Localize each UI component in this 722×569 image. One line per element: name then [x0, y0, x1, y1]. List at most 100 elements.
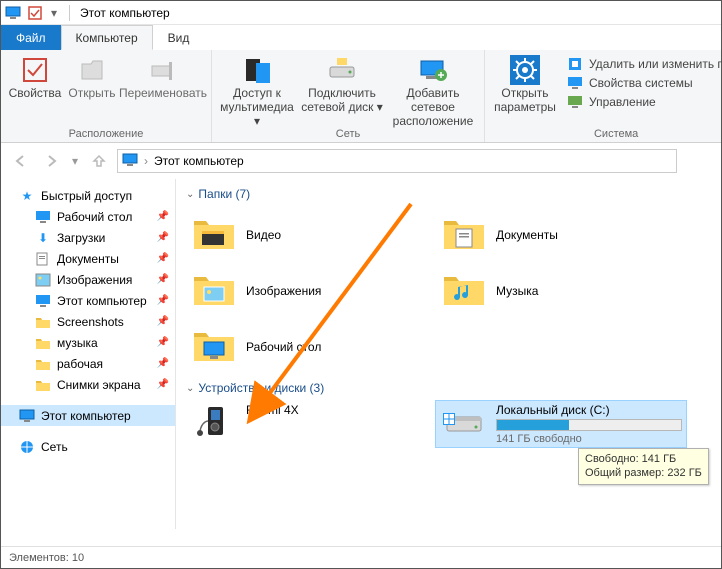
this-pc-icon	[5, 5, 21, 21]
drive-tooltip: Свободно: 141 ГБ Общий размер: 232 ГБ	[578, 448, 709, 485]
this-pc-icon	[19, 408, 35, 424]
title-bar: ▾ Этот компьютер	[1, 1, 721, 25]
media-device-icon	[190, 403, 238, 443]
sidebar-item-pictures[interactable]: Изображения📌	[1, 269, 175, 290]
sidebar-network[interactable]: Сеть	[1, 436, 175, 457]
sidebar-item-documents[interactable]: Документы📌	[1, 248, 175, 269]
map-drive-label: Подключить сетевой диск ▾	[300, 87, 384, 115]
drive-local-c[interactable]: Локальный диск (C:) 141 ГБ свободно	[436, 401, 686, 447]
properties-icon	[19, 54, 51, 86]
folder-music[interactable]: Музыка	[436, 263, 686, 319]
open-button[interactable]: Открыть	[67, 52, 117, 101]
tab-computer[interactable]: Компьютер	[61, 25, 153, 50]
map-drive-icon	[326, 54, 358, 86]
open-label: Открыть	[68, 87, 115, 101]
drive-label: Redmi 4X	[246, 403, 432, 417]
drives-grid: Redmi 4X Локальный диск (C:) 141 ГБ своб…	[186, 401, 721, 447]
group-header-drives[interactable]: ⌄Устройства и диски (3)	[186, 381, 721, 395]
sidebar-quick-access[interactable]: ★ Быстрый доступ	[1, 185, 175, 206]
address-box[interactable]: › Этот компьютер	[117, 149, 677, 173]
up-button[interactable]	[87, 149, 111, 173]
sidebar-item-music[interactable]: музыка📌	[1, 332, 175, 353]
sidebar: ★ Быстрый доступ Рабочий стол📌 ⬇Загрузки…	[1, 179, 176, 529]
media-access-button[interactable]: Доступ к мультимедиа ▾	[218, 52, 296, 128]
folder-icon	[35, 335, 51, 351]
drive-usage-bar	[496, 419, 682, 431]
menu-bar: Файл Компьютер Вид	[1, 25, 721, 50]
ribbon-group-network: Доступ к мультимедиа ▾ Подключить сетево…	[212, 50, 485, 142]
sidebar-this-pc[interactable]: Этот компьютер	[1, 405, 175, 426]
open-settings-button[interactable]: Открыть параметры	[491, 52, 559, 115]
system-properties-button[interactable]: Свойства системы	[567, 75, 722, 91]
qat-properties-icon[interactable]	[27, 5, 43, 21]
network-icon	[19, 439, 35, 455]
open-icon	[76, 54, 108, 86]
sidebar-item-work[interactable]: рабочая📌	[1, 353, 175, 374]
group-header-folders[interactable]: ⌄Папки (7)	[186, 187, 721, 201]
sidebar-item-screenshots2[interactable]: Снимки экрана📌	[1, 374, 175, 395]
documents-icon	[35, 251, 51, 267]
chevron-right-icon[interactable]: ›	[144, 154, 148, 168]
history-dropdown[interactable]: ▾	[69, 149, 81, 173]
divider	[69, 5, 70, 21]
ribbon-group-system: Открыть параметры Удалить или изменить п…	[485, 50, 722, 142]
pin-icon: 📌	[157, 337, 169, 348]
properties-button[interactable]: Свойства	[7, 52, 63, 101]
sidebar-item-downloads[interactable]: ⬇Загрузки📌	[1, 227, 175, 248]
folder-icon	[35, 314, 51, 330]
pin-icon: 📌	[157, 253, 169, 264]
group-network-title: Сеть	[218, 128, 478, 141]
folder-desktop[interactable]: Рабочий стол	[186, 319, 436, 375]
uninstall-icon	[567, 56, 583, 72]
group-system-title: Система	[491, 128, 722, 141]
pictures-folder-icon	[190, 271, 238, 311]
media-label: Доступ к мультимедиа ▾	[218, 87, 296, 128]
add-netloc-icon	[417, 54, 449, 86]
sidebar-item-desktop[interactable]: Рабочий стол📌	[1, 206, 175, 227]
desktop-folder-icon	[190, 327, 238, 367]
folder-icon	[35, 377, 51, 393]
pin-icon: 📌	[157, 295, 169, 306]
sidebar-item-screenshots[interactable]: Screenshots📌	[1, 311, 175, 332]
downloads-icon: ⬇	[35, 230, 51, 246]
rename-button[interactable]: Переименовать	[121, 52, 205, 101]
ribbon: Свойства Открыть Переименовать Расположе…	[1, 50, 721, 143]
ribbon-side-list: Удалить или изменить про Свойства систем…	[563, 52, 722, 114]
uninstall-button[interactable]: Удалить или изменить про	[567, 56, 722, 72]
pin-icon: 📌	[157, 316, 169, 327]
folder-videos[interactable]: Видео	[186, 207, 436, 263]
tab-view[interactable]: Вид	[153, 25, 205, 50]
drive-subtext: 141 ГБ свободно	[496, 433, 682, 445]
back-button[interactable]	[9, 149, 33, 173]
forward-button[interactable]	[39, 149, 63, 173]
open-settings-label: Открыть параметры	[491, 87, 559, 115]
tab-file[interactable]: Файл	[1, 25, 61, 50]
star-icon: ★	[19, 188, 35, 204]
drive-label: Локальный диск (C:)	[496, 403, 682, 417]
this-pc-small-icon	[122, 152, 138, 171]
status-count: Элементов: 10	[9, 552, 84, 564]
sysprops-icon	[567, 75, 583, 91]
drive-redmi[interactable]: Redmi 4X	[186, 401, 436, 447]
add-netloc-button[interactable]: Добавить сетевое расположение	[388, 52, 478, 128]
add-netloc-label: Добавить сетевое расположение	[388, 87, 478, 128]
folder-icon	[35, 356, 51, 372]
pin-icon: 📌	[157, 232, 169, 243]
manage-button[interactable]: Управление	[567, 94, 722, 110]
videos-folder-icon	[190, 215, 238, 255]
folder-documents[interactable]: Документы	[436, 207, 686, 263]
pin-icon: 📌	[157, 211, 169, 222]
group-location-title: Расположение	[7, 128, 205, 141]
pin-icon: 📌	[157, 379, 169, 390]
address-bar: ▾ › Этот компьютер	[1, 143, 721, 179]
sidebar-item-this-pc[interactable]: Этот компьютер📌	[1, 290, 175, 311]
music-folder-icon	[440, 271, 488, 311]
chevron-down-icon: ⌄	[186, 383, 194, 394]
settings-icon	[509, 54, 541, 86]
breadcrumb-this-pc[interactable]: Этот компьютер	[154, 154, 244, 168]
documents-folder-icon	[440, 215, 488, 255]
qat-dropdown-icon[interactable]: ▾	[49, 5, 59, 21]
map-drive-button[interactable]: Подключить сетевой диск ▾	[300, 52, 384, 115]
pictures-icon	[35, 272, 51, 288]
folder-pictures[interactable]: Изображения	[186, 263, 436, 319]
